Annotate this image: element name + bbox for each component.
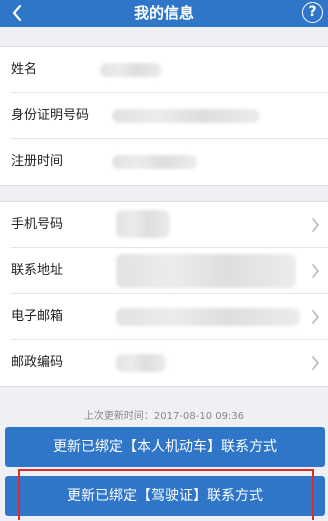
chevron-right-icon	[312, 264, 319, 278]
last-update-time: 上次更新时间：2017-08-10 09:36	[83, 411, 245, 422]
email-value-redacted	[116, 308, 300, 326]
phone-row[interactable]: 手机号码	[0, 202, 328, 248]
name-row: 姓名	[0, 47, 328, 93]
name-label: 姓名	[11, 62, 38, 77]
name-value-redacted	[100, 63, 162, 77]
id-number-value-redacted	[112, 109, 260, 123]
id-number-label: 身份证明号码	[11, 108, 90, 123]
phone-label: 手机号码	[11, 217, 64, 232]
chevron-right-icon	[312, 356, 319, 370]
highlight-box	[18, 469, 314, 520]
id-number-row: 身份证明号码	[0, 93, 328, 139]
top-bar: 我的信息 ?	[0, 0, 328, 27]
address-row[interactable]: 联系地址	[0, 248, 328, 294]
contact-info-group: 手机号码 联系地址 电子邮箱 邮政编码	[0, 201, 328, 387]
update-vehicle-contact-button[interactable]: 更新已绑定【本人机动车】联系方式	[5, 427, 325, 467]
personal-info-group: 姓名 身份证明号码 注册时间	[0, 46, 328, 186]
postcode-row[interactable]: 邮政编码	[0, 340, 328, 386]
registered-time-label: 注册时间	[11, 154, 64, 169]
registered-time-row: 注册时间	[0, 139, 328, 185]
email-label: 电子邮箱	[11, 309, 64, 324]
address-value-redacted	[116, 254, 296, 288]
page-title: 我的信息	[133, 4, 194, 22]
postcode-value-redacted	[116, 354, 166, 372]
chevron-right-icon	[312, 218, 319, 232]
address-label: 联系地址	[11, 263, 64, 278]
registered-time-value-redacted	[112, 155, 197, 169]
chevron-right-icon	[312, 310, 319, 324]
help-button[interactable]: ?	[302, 2, 323, 23]
postcode-label: 邮政编码	[11, 355, 64, 370]
phone-value-redacted	[116, 210, 170, 238]
email-row[interactable]: 电子邮箱	[0, 294, 328, 340]
